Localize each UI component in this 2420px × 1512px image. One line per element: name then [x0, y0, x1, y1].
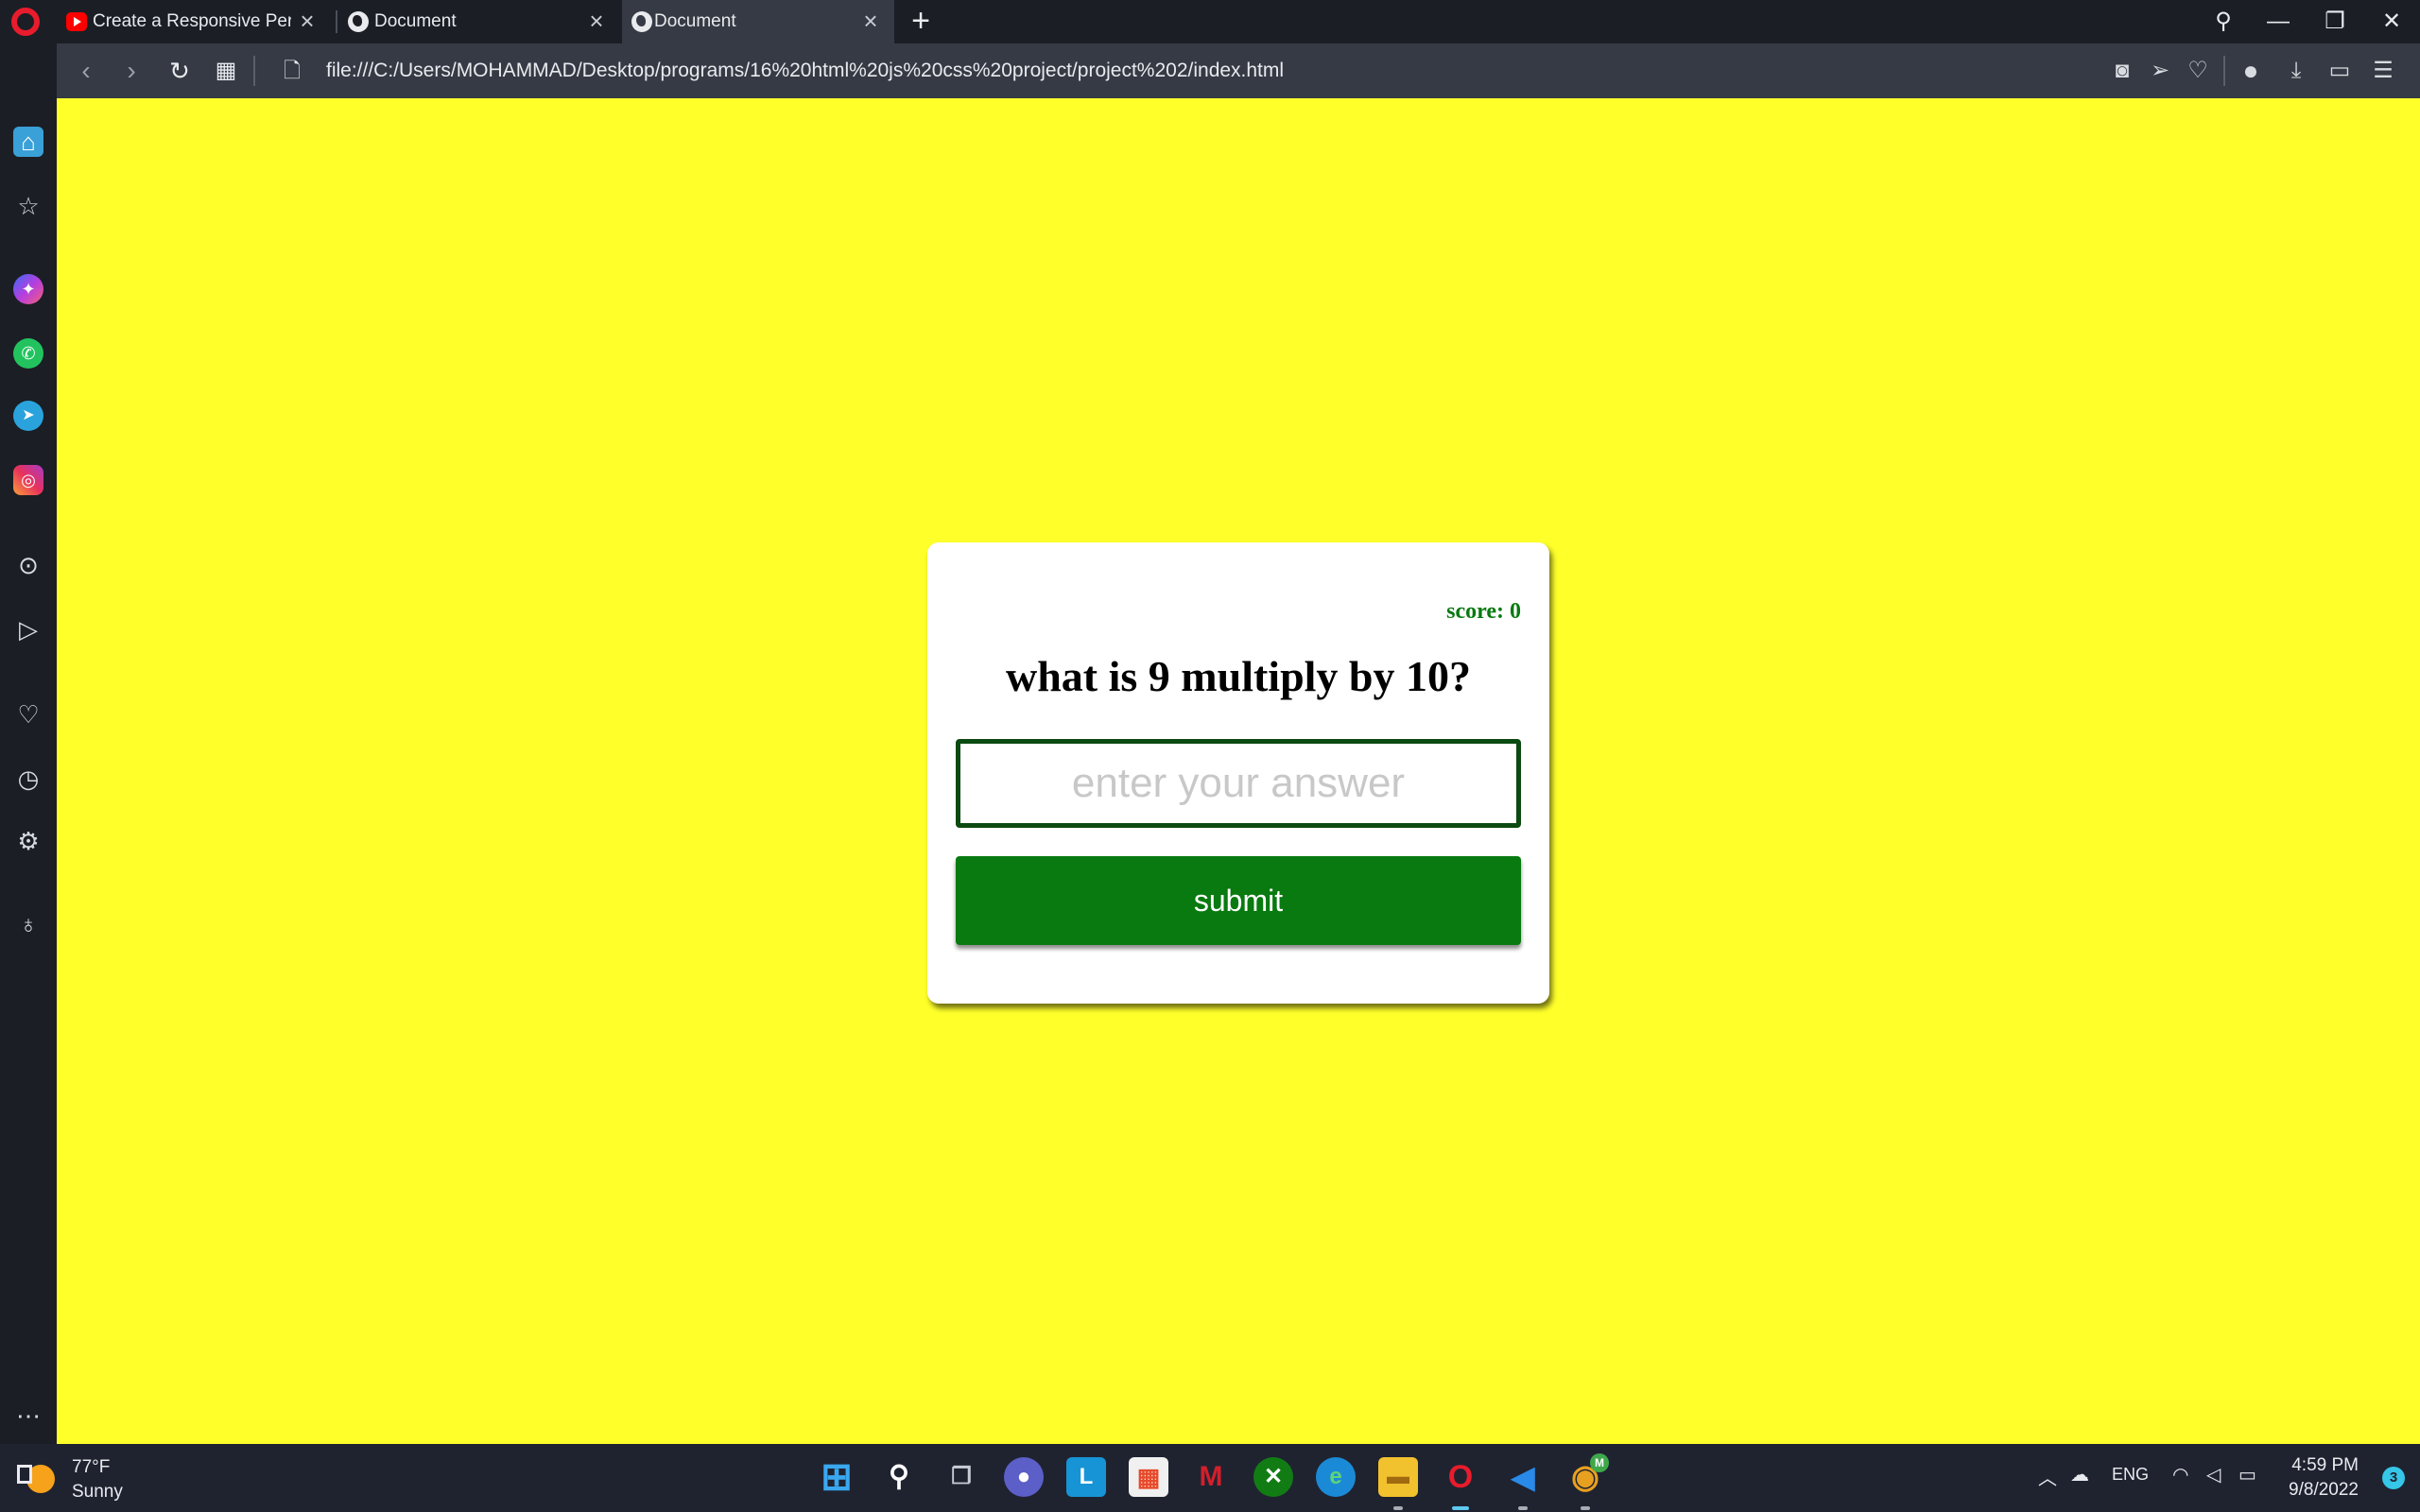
- divider: [253, 56, 255, 86]
- onedrive-icon[interactable]: ☁: [2070, 1463, 2089, 1486]
- telegram-icon[interactable]: ➤: [13, 401, 43, 431]
- tiles-icon[interactable]: ▦: [210, 55, 242, 87]
- reload-icon[interactable]: ↻: [164, 55, 196, 87]
- close-tab-icon[interactable]: ×: [858, 9, 883, 33]
- bookmarks-heart-icon[interactable]: ♡: [13, 699, 43, 730]
- chrome-icon[interactable]: ◉ M: [1565, 1453, 1609, 1510]
- heart-icon[interactable]: ♡: [2182, 55, 2214, 87]
- tab-title: Document: [374, 11, 457, 31]
- minimize-icon[interactable]: —: [2259, 6, 2297, 38]
- page-info-icon[interactable]: 🗋: [276, 55, 308, 87]
- profile-icon[interactable]: ●: [2235, 55, 2267, 87]
- close-tab-icon[interactable]: ×: [584, 9, 609, 33]
- download-icon[interactable]: ⤓: [2280, 55, 2312, 87]
- wifi-icon[interactable]: ◠: [2172, 1463, 2188, 1486]
- teams-chat-icon[interactable]: ●: [1004, 1457, 1044, 1497]
- youtube-icon: [66, 12, 87, 31]
- search-icon[interactable]: ⚲: [879, 1457, 919, 1497]
- globe-icon: [348, 11, 369, 32]
- store-icon[interactable]: ▦: [1129, 1457, 1168, 1497]
- file-explorer-icon[interactable]: ▬: [1378, 1457, 1418, 1510]
- clock-time: 4:59 PM: [2291, 1455, 2359, 1475]
- divider: [2223, 56, 2225, 86]
- messenger-icon[interactable]: ✦: [13, 274, 43, 304]
- tab-strip: Create a Responsive Person × Document × …: [0, 0, 2420, 43]
- submit-button[interactable]: submit: [956, 856, 1521, 945]
- weather-desc[interactable]: Sunny: [72, 1482, 123, 1503]
- history-icon[interactable]: ◷: [13, 764, 43, 794]
- vscode-icon[interactable]: ◀: [1503, 1457, 1543, 1510]
- instagram-icon[interactable]: ◎: [13, 465, 43, 495]
- weather-temp[interactable]: 77°F: [72, 1457, 110, 1478]
- camera-icon[interactable]: ◙: [2106, 55, 2138, 87]
- settings-icon[interactable]: ⚙: [13, 826, 43, 856]
- taskbar: 77°F Sunny ⊞ ⚲ ❐ ● L ▦ M ✕ e ▬ O ◀ ◉ M ︿…: [0, 1444, 2420, 1512]
- close-window-icon[interactable]: ✕: [2373, 6, 2411, 38]
- battery-icon[interactable]: ▭: [2238, 1463, 2256, 1486]
- page-viewport: score: 0 what is 9 multiply by 10? submi…: [57, 98, 2420, 1444]
- start-icon[interactable]: ⊞: [817, 1457, 856, 1497]
- send-icon[interactable]: ➢: [2144, 55, 2176, 87]
- xbox-icon[interactable]: ✕: [1253, 1457, 1293, 1497]
- question-heading: what is 9 multiply by 10?: [1005, 652, 1472, 700]
- mcafee-icon[interactable]: M: [1191, 1457, 1231, 1497]
- notification-badge[interactable]: 3: [2382, 1467, 2405, 1489]
- task-view-icon[interactable]: ❐: [942, 1457, 981, 1497]
- volume-icon[interactable]: ◁: [2206, 1463, 2221, 1486]
- restore-icon[interactable]: ❐: [2316, 6, 2354, 38]
- new-tab-button[interactable]: +: [906, 5, 936, 37]
- lightbulb-icon[interactable]: ♁: [13, 909, 43, 939]
- tab-youtube[interactable]: Create a Responsive Person ×: [57, 0, 331, 43]
- chrome-profile-badge: M: [1590, 1453, 1609, 1472]
- address-bar: ‹ › ↻ ▦ 🗋 file:///C:/Users/MOHAMMAD/Desk…: [57, 43, 2420, 98]
- tab-title: Create a Responsive Person: [93, 11, 291, 31]
- clock[interactable]: 4:59 PM 9/8/2022: [2289, 1453, 2359, 1503]
- score-label: score: 0: [1446, 599, 1521, 624]
- weather-icon[interactable]: [17, 1461, 55, 1493]
- globe-icon: [631, 11, 652, 32]
- sidebar: ⌂ ☆ ✦ ✆ ➤ ◎ ⊙ ▷ ♡ ◷ ⚙ ♁ ⋯: [0, 98, 57, 1444]
- opera-icon[interactable]: O: [1441, 1457, 1480, 1510]
- answer-input[interactable]: [956, 739, 1521, 828]
- player-icon[interactable]: ⊙: [13, 550, 43, 580]
- url-field[interactable]: file:///C:/Users/MOHAMMAD/Desktop/progra…: [326, 60, 1284, 82]
- edge-icon[interactable]: e: [1316, 1457, 1356, 1497]
- opera-logo-icon[interactable]: [11, 8, 40, 36]
- easy-setup-icon[interactable]: ☰: [2367, 55, 2399, 87]
- launcher-l-icon[interactable]: L: [1066, 1457, 1106, 1497]
- close-tab-icon[interactable]: ×: [295, 9, 320, 33]
- tab-document-2[interactable]: Document ×: [622, 0, 894, 43]
- search-tabs-icon[interactable]: ⚲: [2204, 6, 2242, 38]
- home-icon[interactable]: ⌂: [13, 127, 43, 157]
- back-icon[interactable]: ‹: [70, 55, 102, 87]
- whatsapp-icon[interactable]: ✆: [13, 338, 43, 369]
- forward-icon[interactable]: ›: [115, 55, 147, 87]
- tab-divider: [336, 10, 337, 33]
- clock-date: 9/8/2022: [2289, 1480, 2359, 1500]
- my-flow-icon[interactable]: ▷: [13, 614, 43, 644]
- chevron-up-icon[interactable]: ︿: [2038, 1463, 2057, 1490]
- tab-title: Document: [654, 11, 736, 31]
- more-icon[interactable]: ⋯: [13, 1400, 43, 1431]
- language-indicator[interactable]: ENG: [2112, 1465, 2149, 1485]
- sidebar-top: [0, 43, 57, 98]
- quiz-card: score: 0 what is 9 multiply by 10? submi…: [927, 542, 1549, 1004]
- speed-dial-icon[interactable]: ☆: [13, 191, 43, 221]
- tab-document-1[interactable]: Document ×: [338, 0, 620, 43]
- battery-saver-icon[interactable]: ▭: [2324, 55, 2356, 87]
